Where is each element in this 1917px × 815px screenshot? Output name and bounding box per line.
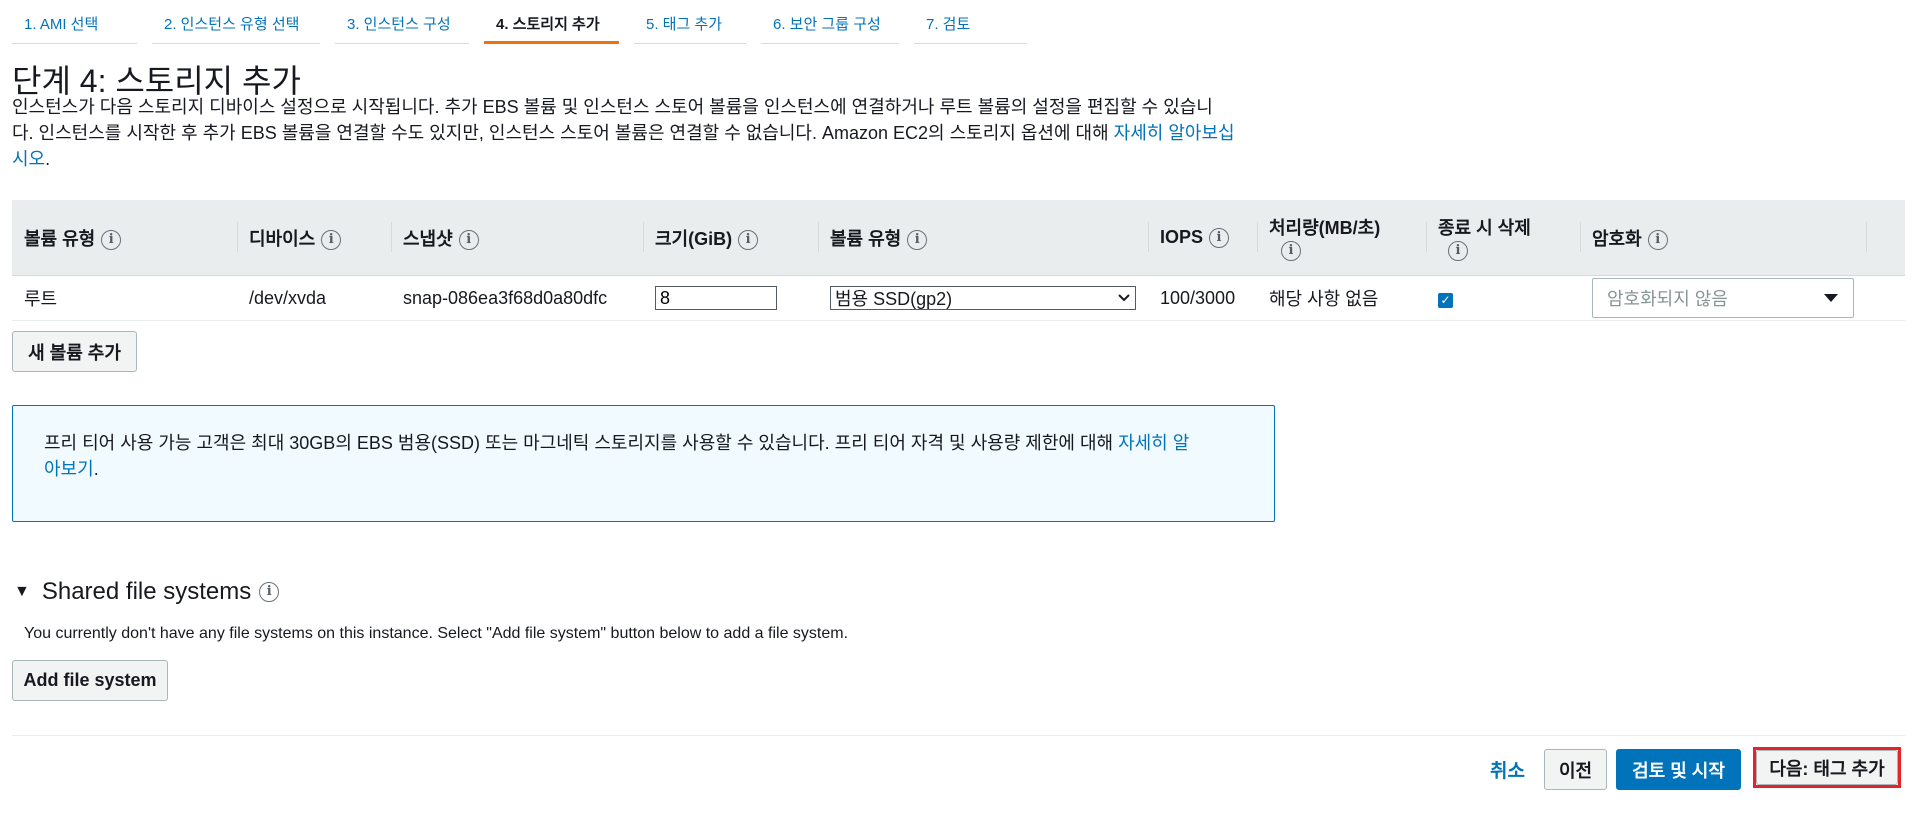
cell-throughput: 해당 사항 없음 [1257,275,1426,321]
info-icon[interactable]: i [907,229,928,250]
volume-type-select[interactable]: 범용 SSD(gp2) [830,286,1136,310]
description-line1: 인스턴스가 다음 스토리지 디바이스 설정으로 시작됩니다. 추가 EBS 볼륨… [12,97,1213,117]
tab-security-group[interactable]: 6. 보안 그룹 구성 [761,8,899,44]
table-row: 루트 /dev/xvda snap-086ea3f68d0a80dfc 범용 S… [12,275,1905,321]
column-separator [1257,222,1258,252]
cell-encryption: 암호화되지 않음 [1580,275,1866,321]
page-description: 인스턴스가 다음 스토리지 디바이스 설정으로 시작됩니다. 추가 EBS 볼륨… [12,94,1287,172]
cell-snapshot: snap-086ea3f68d0a80dfc [391,275,643,321]
add-volume-button[interactable]: 새 볼륨 추가 [12,331,137,372]
info-icon[interactable]: i [101,229,122,250]
shared-file-systems-header[interactable]: ▼ Shared file systems i [14,578,280,606]
encryption-select[interactable]: 암호화되지 않음 [1592,278,1854,318]
header-ebs-type: 볼륨 유형 i [818,200,1148,276]
cell-device: /dev/xvda [237,275,391,321]
column-separator [1580,222,1581,252]
free-tier-text-end: . [93,459,99,479]
column-separator [643,222,644,252]
tab-instance-config[interactable]: 3. 인스턴스 구성 [335,8,469,44]
header-throughput: 처리량(MB/초) i [1257,200,1426,276]
column-separator [237,222,238,252]
description-end: . [45,149,51,169]
chevron-down-icon [1118,294,1130,302]
header-device: 디바이스 i [237,200,391,276]
table-header-row: 볼륨 유형 i 디바이스 i 스냅샷 i 크기(GiB) i 볼륨 유형 i IOPS i … [12,200,1905,276]
cell-spacer [1866,275,1905,321]
info-icon[interactable]: i [1448,241,1468,262]
learn-more-storage-link[interactable]: 자세히 알아보십 [1114,123,1235,143]
learn-more-storage-link-cont[interactable]: 시오 [12,149,45,169]
free-tier-text: 프리 티어 사용 가능 고객은 최대 30GB의 EBS 범용(SSD) 또는 … [44,433,1119,453]
cancel-link[interactable]: 취소 [1490,756,1525,783]
info-icon[interactable]: i [1209,228,1230,249]
tab-storage[interactable]: 4. 스토리지 추가 [484,8,619,44]
footer-divider [12,735,1905,736]
info-icon[interactable]: i [321,229,342,250]
previous-button[interactable]: 이전 [1544,749,1607,790]
volumes-table: 볼륨 유형 i 디바이스 i 스냅샷 i 크기(GiB) i 볼륨 유형 i IOPS i … [12,200,1905,321]
info-icon[interactable]: i [1281,241,1301,262]
header-device-label: 디바이스 [249,228,316,249]
free-tier-info-box: 프리 티어 사용 가능 고객은 최대 30GB의 EBS 범용(SSD) 또는 … [12,405,1275,522]
shared-file-systems-title: Shared file systems [41,578,252,605]
size-input[interactable] [655,286,777,310]
info-icon[interactable]: i [738,229,759,250]
column-separator [1866,222,1867,252]
header-size-label: 크기(GiB) [655,228,733,249]
free-tier-learn-more-link[interactable]: 자세히 알 [1118,433,1189,453]
header-delete-on-termination: 종료 시 삭제 i [1426,200,1580,276]
encryption-value: 암호화되지 않음 [1607,289,1728,309]
header-ebs-type-label: 볼륨 유형 [830,228,902,249]
description-line2: 다. 인스턴스를 시작한 후 추가 EBS 볼륨을 연결할 수도 있지만, 인스… [12,123,1114,143]
info-icon[interactable]: i [259,582,280,602]
tab-ami[interactable]: 1. AMI 선택 [12,8,137,44]
info-icon[interactable]: i [1647,229,1668,250]
caret-down-icon: ▼ [14,583,30,600]
column-separator [391,222,392,252]
header-iops-label: IOPS [1160,226,1204,247]
cell-iops: 100/3000 [1148,275,1257,321]
cell-volume-type: 루트 [12,275,237,321]
cell-size [643,275,818,321]
delete-on-termination-checkbox[interactable]: ✓ [1438,292,1453,308]
volume-type-value: 범용 SSD(gp2) [835,289,953,309]
next-add-tags-button[interactable]: 다음: 태그 추가 [1756,750,1898,785]
file-systems-message: You currently don't have any file system… [24,625,849,642]
header-encryption-label: 암호화 [1592,228,1642,249]
header-throughput-label: 처리량(MB/초) [1269,217,1381,238]
header-size: 크기(GiB) i [643,200,818,276]
info-icon[interactable]: i [458,229,479,250]
header-encryption: 암호화 i [1580,200,1866,276]
header-snapshot: 스냅샷 i [391,200,643,276]
header-delete-label: 종료 시 삭제 [1438,217,1531,238]
header-volume-type: 볼륨 유형 i [12,200,237,276]
header-volume-type-label: 볼륨 유형 [24,228,96,249]
wizard-tabs: 1. AMI 선택 2. 인스턴스 유형 선택 3. 인스턴스 구성 4. 스토… [12,8,1042,45]
header-spacer [1866,200,1905,276]
tab-instance-type[interactable]: 2. 인스턴스 유형 선택 [152,8,320,44]
cell-delete: ✓ [1426,275,1580,321]
add-file-system-button[interactable]: Add file system [12,660,168,701]
review-and-launch-button[interactable]: 검토 및 시작 [1616,749,1741,790]
column-separator [1426,222,1427,252]
tab-tags[interactable]: 5. 태그 추가 [634,8,746,44]
free-tier-learn-more-link-cont[interactable]: 아보기 [44,459,94,479]
header-iops: IOPS i [1148,200,1257,276]
header-snapshot-label: 스냅샷 [403,228,453,249]
caret-down-icon [1824,294,1838,302]
column-separator [818,222,819,252]
column-separator [1148,222,1149,252]
tab-review[interactable]: 7. 검토 [914,8,1027,44]
cell-ebs-type: 범용 SSD(gp2) [818,275,1148,321]
